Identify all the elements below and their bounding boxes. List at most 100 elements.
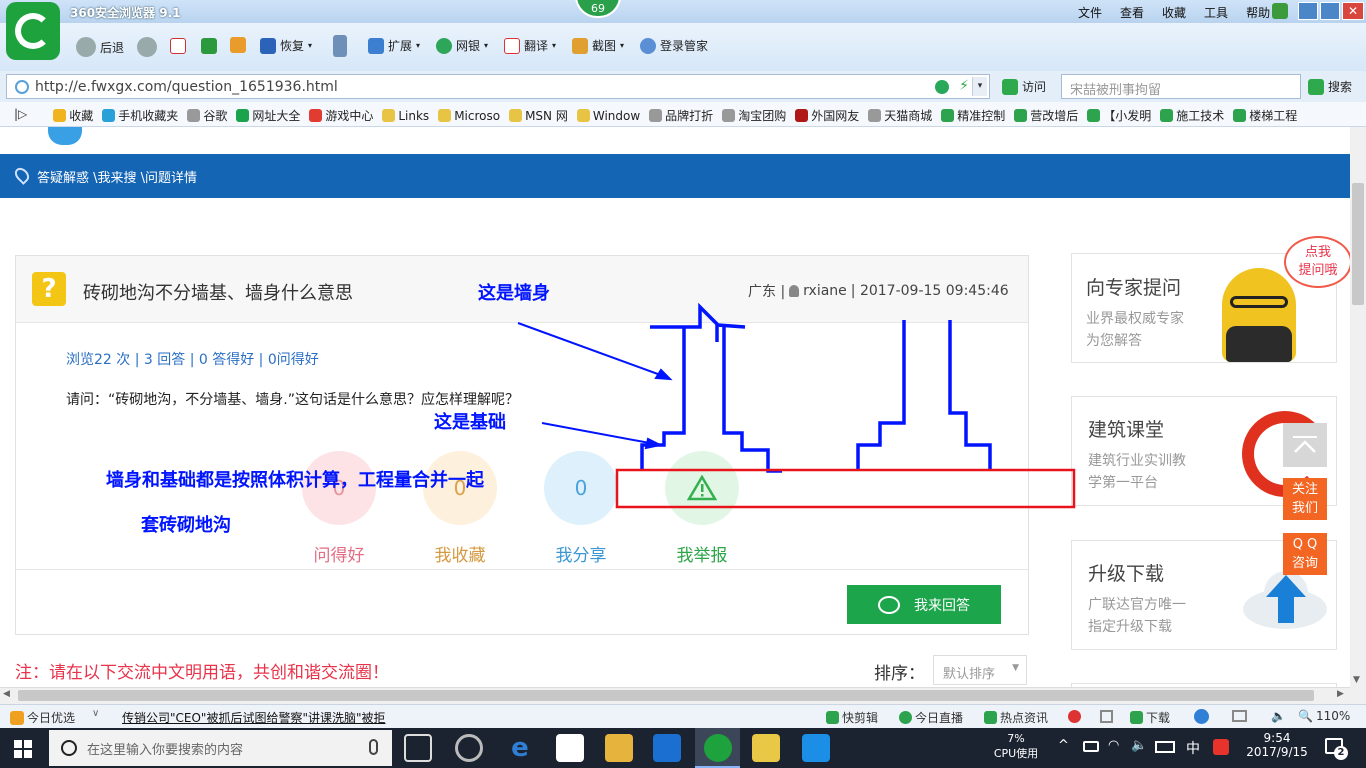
- bookmark-item[interactable]: 游戏中心: [309, 107, 373, 124]
- bank-button[interactable]: 网银 ▾: [436, 37, 488, 54]
- answer-button[interactable]: 我来回答: [847, 585, 1001, 624]
- bookmark-item[interactable]: MSN 网: [509, 107, 568, 124]
- search-input[interactable]: 宋喆被刑事拘留: [1061, 74, 1301, 99]
- stop-icon[interactable]: [170, 38, 186, 54]
- volume-icon[interactable]: 🔈: [1271, 709, 1286, 723]
- battery-icon[interactable]: [1083, 741, 1099, 752]
- keyboard-icon[interactable]: [1155, 741, 1175, 753]
- bookmark-item[interactable]: 楼梯工程: [1233, 107, 1297, 124]
- bookmark-item[interactable]: 手机收藏夹: [102, 107, 178, 124]
- ask-expert-card[interactable]: 向专家提问 业界最权威专家 为您解答 点我 提问哦: [1071, 236, 1350, 363]
- bookmark-item[interactable]: 品牌打折: [649, 107, 713, 124]
- windows-start-icon[interactable]: [14, 740, 32, 758]
- browser-swirl-icon[interactable]: [455, 734, 483, 762]
- vertical-scrollbar[interactable]: ▼: [1350, 127, 1366, 704]
- extensions-button[interactable]: 扩展 ▾: [368, 37, 420, 54]
- meta-user[interactable]: rxiane: [803, 283, 847, 299]
- bookmark-item[interactable]: 收藏: [53, 107, 93, 124]
- go-button[interactable]: 访问: [1002, 78, 1046, 95]
- breadcrumb[interactable]: 答疑解惑 \我来搜 \问题详情: [37, 167, 197, 186]
- speed-badge[interactable]: 69: [575, 0, 621, 18]
- zoom-level[interactable]: 🔍 110%: [1298, 709, 1350, 723]
- notes-app-icon[interactable]: [752, 734, 780, 762]
- security-icon[interactable]: [1068, 710, 1081, 723]
- live-today[interactable]: 今日直播: [899, 709, 963, 726]
- menu-view[interactable]: 查看: [1120, 4, 1144, 21]
- share-label[interactable]: 我分享: [531, 541, 631, 566]
- skin-icon[interactable]: [1272, 3, 1288, 19]
- address-text[interactable]: http://e.fwxgx.com/question_1651936.html: [35, 79, 338, 95]
- sidebar-toggle-icon[interactable]: |▷: [14, 107, 27, 124]
- horizontal-scrollbar[interactable]: ◀ ▶: [0, 687, 1350, 704]
- window-icon[interactable]: [1232, 710, 1247, 722]
- screenshot-button[interactable]: 截图 ▾: [572, 37, 624, 54]
- search-button[interactable]: 搜索: [1308, 78, 1352, 95]
- cpu-monitor[interactable]: 7% CPU使用: [990, 732, 1042, 761]
- today-picks[interactable]: 今日优选: [10, 709, 75, 726]
- taskbar-search-box[interactable]: 在这里输入你要搜索的内容: [49, 730, 392, 766]
- bookmark-item[interactable]: 施工技术: [1160, 107, 1224, 124]
- menu-favorites[interactable]: 收藏: [1162, 4, 1186, 21]
- vertical-scroll-thumb[interactable]: [1352, 183, 1364, 305]
- back-button[interactable]: 后退: [76, 37, 124, 57]
- close-button[interactable]: ✕: [1342, 2, 1364, 20]
- horizontal-scroll-thumb[interactable]: [18, 690, 1314, 701]
- back-to-top-button[interactable]: [1283, 423, 1327, 467]
- menu-file[interactable]: 文件: [1078, 4, 1102, 21]
- home-icon[interactable]: [230, 37, 246, 53]
- minimize-button[interactable]: [1298, 2, 1318, 20]
- restore-button[interactable]: 恢复 ▾: [260, 37, 312, 54]
- store-icon[interactable]: [556, 734, 584, 762]
- ime-indicator[interactable]: 中: [1186, 738, 1200, 758]
- ask-bubble[interactable]: 点我 提问哦: [1284, 236, 1350, 288]
- menu-help[interactable]: 帮助: [1246, 4, 1270, 21]
- forward-arrow-icon[interactable]: [137, 37, 157, 57]
- file-explorer-icon[interactable]: [605, 734, 633, 762]
- wifi-icon[interactable]: ◠: [1108, 738, 1119, 753]
- news-headline[interactable]: 传销公司"CEO"被抓后试图给警察"讲课洗脑"被拒: [122, 709, 386, 726]
- scroll-right-icon[interactable]: ▶: [1337, 689, 1344, 699]
- translate-button[interactable]: 翻译 ▾: [504, 37, 556, 54]
- bookmark-item[interactable]: 外国网友: [795, 107, 859, 124]
- bookmark-item[interactable]: Microso: [438, 107, 500, 124]
- menu-tools[interactable]: 工具: [1204, 4, 1228, 21]
- good-question-label[interactable]: 问得好: [289, 541, 389, 566]
- tray-chevron-icon[interactable]: ^: [1058, 738, 1069, 753]
- tool-app-icon[interactable]: [802, 734, 830, 762]
- refresh-icon[interactable]: [201, 38, 217, 54]
- bookmark-item[interactable]: 谷歌: [187, 107, 227, 124]
- bookmark-item[interactable]: Window: [576, 107, 640, 124]
- bookmark-item[interactable]: 精准控制: [941, 107, 1005, 124]
- bookmark-item[interactable]: 淘宝团购: [722, 107, 786, 124]
- sogou-s-icon[interactable]: [1213, 739, 1229, 755]
- ie-icon[interactable]: [1194, 709, 1209, 724]
- downloads[interactable]: 下载: [1130, 709, 1170, 726]
- report-button[interactable]: [665, 451, 739, 525]
- bookmark-item[interactable]: 【小发明: [1087, 107, 1151, 124]
- scroll-left-icon[interactable]: ◀: [3, 689, 10, 699]
- bookmark-item[interactable]: 营改增后: [1014, 107, 1078, 124]
- favorite-label[interactable]: 我收藏: [410, 541, 510, 566]
- dropdown-arrow-icon[interactable]: ▾: [972, 77, 987, 96]
- task-view-icon[interactable]: [404, 734, 432, 762]
- follow-us-button[interactable]: 关注 我们: [1283, 478, 1327, 520]
- report-label[interactable]: 我举报: [652, 541, 752, 566]
- speaker-icon[interactable]: 🔈: [1131, 738, 1147, 753]
- bookmark-item[interactable]: 网址大全: [236, 107, 300, 124]
- maximize-button[interactable]: [1320, 2, 1340, 20]
- phone-icon[interactable]: [333, 35, 347, 57]
- scroll-down-icon[interactable]: ▼: [1353, 675, 1360, 685]
- bookmark-item[interactable]: Links: [382, 107, 429, 124]
- edge-icon[interactable]: e: [506, 734, 534, 762]
- news-chevron-icon[interactable]: ∨: [92, 708, 99, 719]
- glodon-app-icon[interactable]: [653, 734, 681, 762]
- lightning-icon[interactable]: ⚡: [959, 78, 969, 94]
- qq-consult-button[interactable]: Q Q 咨询: [1283, 533, 1327, 575]
- bookmark-item[interactable]: 天猫商城: [868, 107, 932, 124]
- address-bar[interactable]: http://e.fwxgx.com/question_1651936.html…: [6, 74, 990, 99]
- pin-icon[interactable]: [1100, 710, 1113, 723]
- sort-select[interactable]: 默认排序 ▼: [933, 655, 1027, 685]
- quick-edit[interactable]: 快剪辑: [826, 709, 878, 726]
- login-manager-button[interactable]: 登录管家: [640, 37, 708, 54]
- active-task-slot[interactable]: [695, 728, 740, 768]
